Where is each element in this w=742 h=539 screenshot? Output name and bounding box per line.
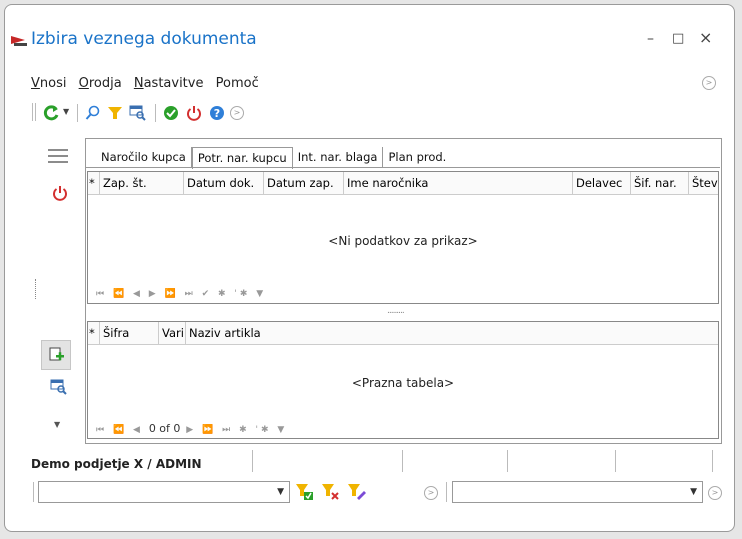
col-datum-zap[interactable]: Datum zap. bbox=[264, 172, 344, 194]
filter-edit-icon[interactable] bbox=[347, 482, 367, 502]
right-combo-box[interactable]: ▼ bbox=[452, 481, 703, 503]
col-vari[interactable]: Vari bbox=[159, 322, 186, 344]
tab-int-nar-blaga[interactable]: Int. nar. blaga bbox=[293, 147, 384, 167]
col-ime-narocnika[interactable]: Ime naročnika bbox=[344, 172, 573, 194]
combo-expand-left-icon[interactable]: > bbox=[424, 486, 438, 500]
maximize-button[interactable]: □ bbox=[672, 31, 684, 46]
confirm-icon[interactable] bbox=[163, 105, 179, 121]
nav-next-last[interactable]: ▶ ⏩ ⏭ ✱ '✱ ▼ bbox=[180, 425, 287, 435]
menu-expand-icon[interactable]: > bbox=[702, 76, 716, 90]
toolbar-expand-icon[interactable]: > bbox=[230, 106, 244, 120]
close-button[interactable]: × bbox=[699, 28, 712, 47]
side-splitter[interactable] bbox=[35, 279, 37, 299]
bottom-grid-header: * Šifra Vari Naziv artikla bbox=[88, 322, 718, 345]
bottom-grid-navigator[interactable]: ⏮ ⏪ ◀ 0 of 0 ▶ ⏩ ⏭ ✱ '✱ ▼ bbox=[96, 422, 287, 435]
tab-plan-prod[interactable]: Plan prod. bbox=[383, 147, 451, 167]
col-new-row[interactable]: * bbox=[88, 322, 100, 344]
nav-first-prev[interactable]: ⏮ ⏪ ◀ bbox=[96, 425, 149, 435]
combo-grip bbox=[33, 482, 34, 502]
menu-bar: Vnosi Orodja Nastavitve Pomoč bbox=[31, 76, 267, 91]
status-separator-5 bbox=[712, 450, 713, 472]
status-separator-2 bbox=[402, 450, 403, 472]
power-icon[interactable] bbox=[186, 105, 202, 121]
status-separator-4 bbox=[615, 450, 616, 472]
status-company-user: Demo podjetje X / ADMIN bbox=[31, 457, 202, 471]
table-search-icon[interactable] bbox=[129, 104, 147, 122]
menu-pomoc[interactable]: Pomoč bbox=[216, 76, 259, 91]
help-icon[interactable]: ? bbox=[209, 105, 225, 121]
filter-icon[interactable] bbox=[107, 105, 123, 121]
menu-nastavitve[interactable]: Nastavitve bbox=[134, 76, 204, 91]
col-new-row[interactable]: * bbox=[88, 172, 100, 194]
status-separator-3 bbox=[507, 450, 508, 472]
refresh-icon[interactable] bbox=[42, 104, 60, 122]
menu-orodja[interactable]: Orodja bbox=[79, 76, 122, 91]
right-combo-dropdown-icon[interactable]: ▼ bbox=[690, 487, 697, 497]
grid-splitter[interactable]: ......... bbox=[387, 306, 405, 316]
window-title: Izbira veznega dokumenta bbox=[31, 29, 257, 49]
top-grid-empty-text: <Ni podatkov za prikaz> bbox=[328, 234, 478, 248]
col-stev[interactable]: Štev bbox=[689, 172, 718, 194]
top-grid: * Zap. št. Datum dok. Datum zap. Ime nar… bbox=[87, 171, 719, 304]
hamburger-menu-icon[interactable] bbox=[47, 148, 69, 164]
col-sifra[interactable]: Šifra bbox=[100, 322, 159, 344]
left-combo-box[interactable]: ▼ bbox=[38, 481, 290, 503]
filter-clear-icon[interactable] bbox=[321, 482, 341, 502]
col-sif-nar[interactable]: Šif. nar. bbox=[631, 172, 689, 194]
toolbar-grip-2 bbox=[35, 103, 36, 121]
toolbar-grip bbox=[32, 103, 33, 121]
menu-vnosi[interactable]: Vnosi bbox=[31, 76, 66, 91]
filter-apply-icon[interactable] bbox=[295, 482, 315, 502]
top-grid-navigator[interactable]: ⏮ ⏪ ◀ ▶ ⏩ ⏭ ✔ ✱ '✱ ▼ bbox=[96, 289, 266, 299]
status-separator-1 bbox=[252, 450, 253, 472]
tab-potr-nar-kupcu[interactable]: Potr. nar. kupcu bbox=[191, 147, 293, 169]
col-zap-st[interactable]: Zap. št. bbox=[100, 172, 184, 194]
combo-grip-2 bbox=[446, 482, 447, 502]
combo-expand-right-icon[interactable]: > bbox=[708, 486, 722, 500]
left-combo-dropdown-icon[interactable]: ▼ bbox=[277, 487, 284, 497]
app-logo-icon bbox=[11, 36, 27, 46]
col-datum-dok[interactable]: Datum dok. bbox=[184, 172, 264, 194]
dialog-window: Izbira veznega dokumenta – □ × Vnosi Oro… bbox=[4, 4, 735, 532]
add-document-button[interactable] bbox=[41, 340, 71, 370]
minimize-button[interactable]: – bbox=[647, 31, 654, 47]
toolbar-separator bbox=[77, 104, 78, 122]
document-tabs: Naročilo kupca Potr. nar. kupcu Int. nar… bbox=[96, 147, 451, 169]
refresh-dropdown-icon[interactable]: ▼ bbox=[63, 107, 69, 116]
add-document-icon bbox=[49, 347, 64, 361]
svg-text:?: ? bbox=[214, 107, 220, 120]
side-power-icon[interactable] bbox=[52, 185, 68, 201]
tab-narocilo-kupca[interactable]: Naročilo kupca bbox=[96, 147, 192, 167]
side-dropdown-icon[interactable]: ▼ bbox=[54, 420, 60, 429]
search-icon[interactable] bbox=[85, 105, 101, 121]
nav-record-count: 0 of 0 bbox=[148, 422, 181, 435]
side-table-search-icon[interactable] bbox=[50, 378, 68, 396]
col-naziv-artikla[interactable]: Naziv artikla bbox=[186, 322, 718, 344]
tabs-underline bbox=[86, 167, 720, 168]
top-grid-header: * Zap. št. Datum dok. Datum zap. Ime nar… bbox=[88, 172, 718, 195]
bottom-grid-empty-text: <Prazna tabela> bbox=[351, 376, 455, 390]
col-delavec[interactable]: Delavec bbox=[573, 172, 631, 194]
toolbar-separator-2 bbox=[155, 104, 156, 122]
bottom-grid: * Šifra Vari Naziv artikla <Prazna tabel… bbox=[87, 321, 719, 439]
